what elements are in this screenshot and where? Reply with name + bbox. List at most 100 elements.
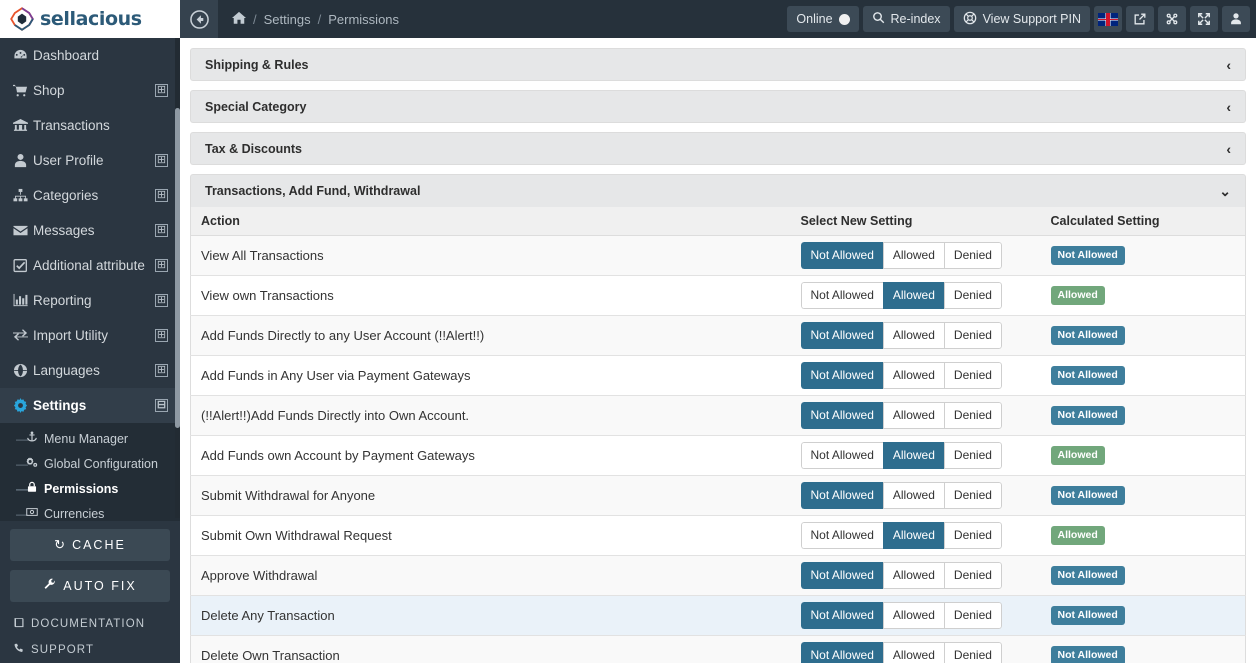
- joomla-button[interactable]: [1158, 6, 1186, 32]
- chevron-down-icon[interactable]: ⌄: [1219, 183, 1231, 200]
- action-cell: View All Transactions: [190, 235, 791, 276]
- setting-option-not-allowed[interactable]: Not Allowed: [800, 442, 883, 469]
- setting-button-group: Not Allowed Allowed Denied: [800, 602, 1002, 629]
- setting-option-allowed[interactable]: Allowed: [882, 282, 944, 309]
- sidebar-item-shop[interactable]: Shop ⊞: [0, 73, 180, 108]
- auto-fix-button[interactable]: AUTO FIX: [10, 570, 170, 602]
- expand-plus-icon[interactable]: ⊞: [155, 189, 168, 202]
- collapse-minus-icon[interactable]: ⊟: [155, 399, 168, 412]
- setting-option-allowed[interactable]: Allowed: [882, 642, 944, 663]
- setting-option-not-allowed[interactable]: Not Allowed: [800, 562, 883, 589]
- expand-plus-icon[interactable]: ⊞: [155, 329, 168, 342]
- cache-button[interactable]: ↻ CACHE: [10, 529, 170, 561]
- panel-transactions-add-fund-withdrawal: Transactions, Add Fund, Withdrawal ⌄ Act…: [190, 174, 1246, 663]
- sidebar-item-import-utility[interactable]: Import Utility ⊞: [0, 318, 180, 353]
- setting-option-allowed[interactable]: Allowed: [882, 362, 944, 389]
- support-link[interactable]: SUPPORT: [10, 637, 170, 663]
- setting-option-not-allowed[interactable]: Not Allowed: [800, 482, 883, 509]
- setting-option-denied[interactable]: Denied: [943, 322, 1002, 349]
- setting-option-denied[interactable]: Denied: [943, 522, 1002, 549]
- status-badge: Allowed: [1050, 286, 1105, 305]
- expand-plus-icon[interactable]: ⊞: [155, 84, 168, 97]
- setting-option-allowed[interactable]: Allowed: [882, 602, 944, 629]
- sidebar-item-messages[interactable]: Messages ⊞: [0, 213, 180, 248]
- setting-option-not-allowed[interactable]: Not Allowed: [800, 242, 883, 269]
- setting-option-allowed[interactable]: Allowed: [882, 482, 944, 509]
- sidebar-item-transactions[interactable]: Transactions: [0, 108, 180, 143]
- brand-logo[interactable]: sellacious: [0, 0, 180, 38]
- back-button[interactable]: [180, 0, 218, 38]
- documentation-link[interactable]: DOCUMENTATION: [10, 611, 170, 637]
- panel-header[interactable]: Tax & Discounts ‹: [190, 132, 1246, 165]
- fullscreen-button[interactable]: [1190, 6, 1218, 32]
- panel-header[interactable]: Shipping & Rules ‹: [190, 48, 1246, 81]
- sidebar-item-currencies[interactable]: — Currencies: [0, 501, 180, 521]
- setting-option-allowed[interactable]: Allowed: [882, 562, 944, 589]
- expand-plus-icon[interactable]: ⊞: [155, 294, 168, 307]
- reindex-button[interactable]: Re-index: [862, 6, 950, 32]
- sidebar-item-additional-attribute[interactable]: Additional attribute ⊞: [0, 248, 180, 283]
- sidebar-item-menu-manager[interactable]: — Menu Manager: [0, 426, 180, 451]
- sidebar-item-global-configuration[interactable]: — Global Configuration: [0, 451, 180, 476]
- sidebar-item-label: Categories: [33, 188, 99, 203]
- setting-option-denied[interactable]: Denied: [943, 442, 1002, 469]
- setting-option-not-allowed[interactable]: Not Allowed: [800, 362, 883, 389]
- setting-option-denied[interactable]: Denied: [943, 602, 1002, 629]
- setting-option-allowed[interactable]: Allowed: [882, 322, 944, 349]
- sidebar-item-languages[interactable]: Languages ⊞: [0, 353, 180, 388]
- setting-option-not-allowed[interactable]: Not Allowed: [800, 282, 883, 309]
- expand-plus-icon[interactable]: ⊞: [155, 154, 168, 167]
- expand-plus-icon[interactable]: ⊞: [155, 364, 168, 377]
- expand-plus-icon[interactable]: ⊞: [155, 224, 168, 237]
- setting-option-denied[interactable]: Denied: [943, 482, 1002, 509]
- external-link-button[interactable]: [1126, 6, 1154, 32]
- setting-option-not-allowed[interactable]: Not Allowed: [800, 322, 883, 349]
- sidebar-item-reporting[interactable]: Reporting ⊞: [0, 283, 180, 318]
- chevron-left-icon[interactable]: ‹: [1226, 99, 1231, 115]
- language-flag-button[interactable]: [1094, 6, 1122, 32]
- setting-option-not-allowed[interactable]: Not Allowed: [800, 522, 883, 549]
- setting-option-allowed[interactable]: Allowed: [882, 442, 944, 469]
- setting-cell: Not Allowed Allowed Denied: [790, 555, 1041, 596]
- user-account-button[interactable]: [1222, 6, 1250, 32]
- setting-option-denied[interactable]: Denied: [943, 242, 1002, 269]
- setting-option-allowed[interactable]: Allowed: [882, 402, 944, 429]
- view-support-pin-button[interactable]: View Support PIN: [953, 6, 1090, 32]
- sidebar-item-permissions[interactable]: — Permissions: [0, 476, 180, 501]
- action-cell: Add Funds Directly to any User Account (…: [190, 315, 791, 356]
- setting-option-not-allowed[interactable]: Not Allowed: [800, 602, 883, 629]
- setting-option-denied[interactable]: Denied: [943, 562, 1002, 589]
- setting-option-denied[interactable]: Denied: [943, 282, 1002, 309]
- sidebar-item-settings[interactable]: Settings ⊟: [0, 388, 180, 423]
- sidebar-scrollbar-thumb[interactable]: [175, 108, 180, 428]
- table-row: Add Funds own Account by Payment Gateway…: [190, 435, 1246, 476]
- main-area: / Settings / Permissions Online Re-index…: [180, 0, 1256, 663]
- setting-option-allowed[interactable]: Allowed: [882, 242, 944, 269]
- bank-icon: [13, 118, 33, 133]
- home-icon[interactable]: [232, 11, 246, 28]
- setting-option-denied[interactable]: Denied: [943, 642, 1002, 663]
- online-status-button[interactable]: Online: [787, 6, 859, 32]
- action-cell: View own Transactions: [190, 275, 791, 316]
- setting-option-not-allowed[interactable]: Not Allowed: [800, 402, 883, 429]
- setting-option-denied[interactable]: Denied: [943, 402, 1002, 429]
- setting-option-not-allowed[interactable]: Not Allowed: [800, 642, 883, 663]
- sidebar-scrollbar[interactable]: [175, 38, 180, 518]
- setting-option-denied[interactable]: Denied: [943, 362, 1002, 389]
- expand-plus-icon[interactable]: ⊞: [155, 259, 168, 272]
- setting-cell: Not Allowed Allowed Denied: [790, 515, 1041, 556]
- sidebar-item-label: Import Utility: [33, 328, 109, 343]
- gear-icon: [13, 398, 33, 413]
- breadcrumb-permissions[interactable]: Permissions: [328, 12, 399, 27]
- chevron-left-icon[interactable]: ‹: [1226, 141, 1231, 157]
- setting-option-allowed[interactable]: Allowed: [882, 522, 944, 549]
- support-label: SUPPORT: [31, 644, 95, 656]
- status-badge: Not Allowed: [1050, 326, 1125, 345]
- breadcrumb-settings[interactable]: Settings: [264, 12, 311, 27]
- sidebar-item-user-profile[interactable]: User Profile ⊞: [0, 143, 180, 178]
- panel-header[interactable]: Transactions, Add Fund, Withdrawal ⌄: [190, 174, 1246, 207]
- sidebar-item-categories[interactable]: Categories ⊞: [0, 178, 180, 213]
- sidebar-item-dashboard[interactable]: Dashboard: [0, 38, 180, 73]
- panel-header[interactable]: Special Category ‹: [190, 90, 1246, 123]
- chevron-left-icon[interactable]: ‹: [1226, 57, 1231, 73]
